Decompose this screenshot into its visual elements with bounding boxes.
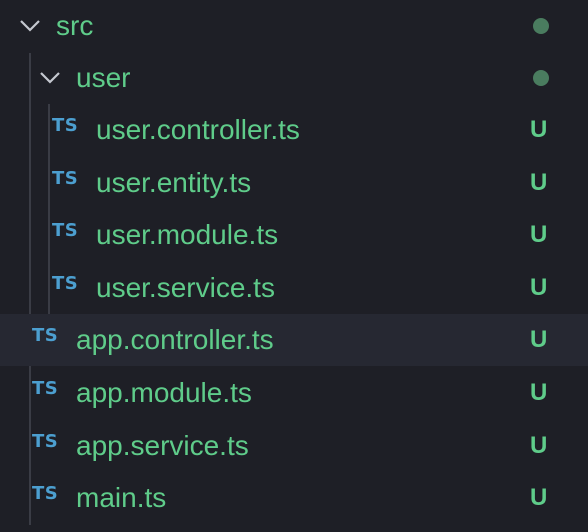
file-name: app.controller.ts [76, 324, 274, 355]
folder-label-user: user [76, 62, 131, 93]
file-name: user.entity.ts [96, 167, 252, 198]
typescript-icon: TS [32, 430, 59, 452]
file-row-selected[interactable]: TS app.controller.ts U [0, 314, 588, 366]
git-status-badge: U [530, 326, 548, 353]
file-name: user.service.ts [96, 272, 275, 303]
file-row[interactable]: TS app.service.ts U [0, 420, 588, 472]
typescript-icon: TS [52, 219, 79, 241]
file-name: app.service.ts [76, 430, 249, 461]
typescript-icon: TS [32, 324, 59, 346]
git-status-badge: U [530, 379, 548, 406]
git-status-badge: U [530, 274, 548, 301]
modified-dot [533, 70, 549, 86]
typescript-icon: TS [52, 167, 79, 189]
folder-row-user[interactable]: user [0, 52, 588, 104]
typescript-icon: TS [32, 482, 59, 504]
file-explorer: src user TS user.controller.ts U TS user… [0, 0, 588, 532]
typescript-icon: TS [52, 114, 79, 136]
git-status-badge: U [530, 432, 548, 459]
modified-dot [533, 18, 549, 34]
git-status-badge: U [530, 221, 548, 248]
git-status-badge: U [530, 169, 548, 196]
file-row[interactable]: TS app.module.ts U [0, 367, 588, 419]
file-name: user.module.ts [96, 219, 279, 250]
typescript-icon: TS [52, 272, 79, 294]
folder-label-src: src [56, 10, 94, 41]
git-status-badge: U [530, 484, 548, 511]
file-row[interactable]: TS user.controller.ts U [0, 104, 588, 156]
file-name: app.module.ts [76, 377, 252, 408]
chevron-down-icon[interactable] [38, 66, 62, 90]
file-row[interactable]: TS user.service.ts U [0, 262, 588, 314]
chevron-down-icon[interactable] [18, 14, 42, 38]
file-name: main.ts [76, 482, 167, 513]
file-row[interactable]: TS user.module.ts U [0, 209, 588, 261]
typescript-icon: TS [32, 377, 59, 399]
file-row[interactable]: TS user.entity.ts U [0, 157, 588, 209]
file-name: user.controller.ts [96, 114, 300, 145]
file-row[interactable]: TS main.ts U [0, 472, 588, 524]
git-status-badge: U [530, 116, 548, 143]
folder-row-src[interactable]: src [0, 0, 588, 52]
